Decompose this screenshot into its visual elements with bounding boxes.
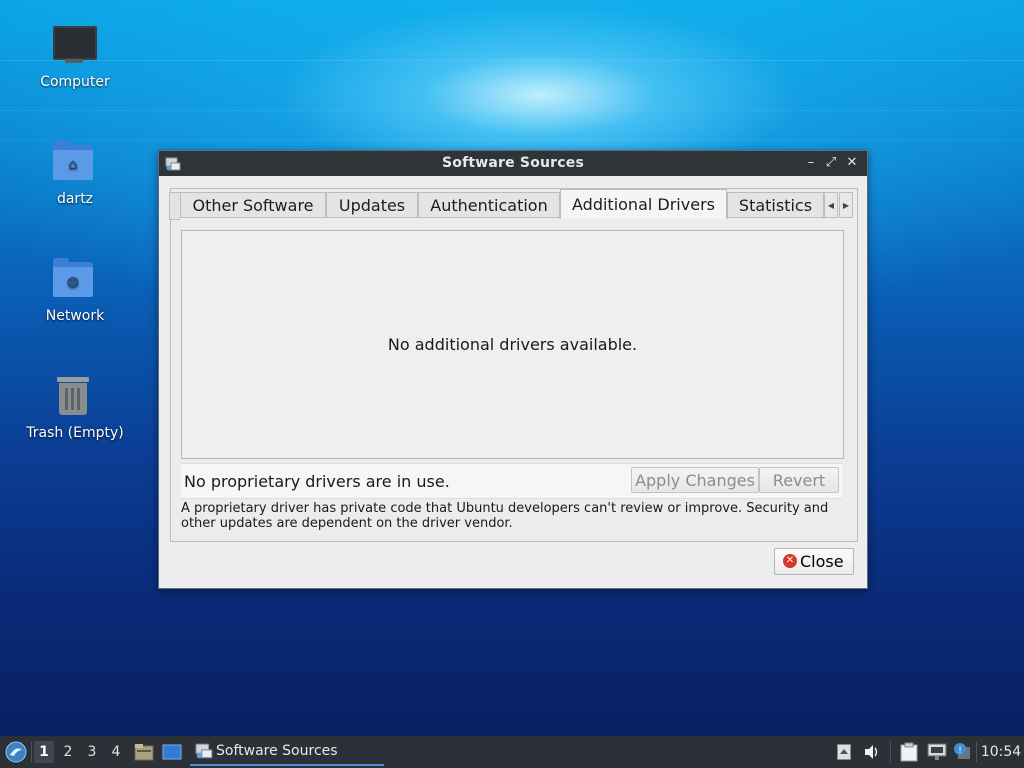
window-title: Software Sources <box>441 155 585 171</box>
workspace-2[interactable]: 2 <box>58 741 78 763</box>
taskbar-separator <box>976 742 977 762</box>
desktop-icon-trash[interactable]: Trash (Empty) <box>22 373 128 441</box>
svg-text:!: ! <box>958 746 962 756</box>
show-desktop-button[interactable] <box>160 736 184 768</box>
taskbar-task-label: Software Sources <box>216 743 338 759</box>
software-sources-task-icon <box>195 743 213 759</box>
taskbar-separator <box>31 742 32 762</box>
tab-authentication[interactable]: Authentication <box>418 192 560 218</box>
clipboard-applet[interactable] <box>898 736 920 768</box>
maximize-button[interactable]: ⤢ <box>822 154 840 172</box>
tab-overflow-edge <box>169 192 180 220</box>
wallpaper-wave <box>0 110 1024 111</box>
trash-icon <box>51 373 99 421</box>
tray-arrow-icon <box>837 744 851 760</box>
network-folder-icon: ◍ <box>51 256 99 304</box>
software-sources-window: Software Sources – ⤢ ✕ Other Software Up… <box>158 150 868 589</box>
tray-show-hidden-button[interactable] <box>835 736 853 768</box>
file-manager-launcher[interactable] <box>132 736 156 768</box>
network-wired-icon <box>927 743 947 760</box>
window-titlebar[interactable]: Software Sources – ⤢ ✕ <box>159 151 867 176</box>
close-icon: ✕ <box>783 554 797 568</box>
volume-control[interactable] <box>862 736 882 768</box>
start-menu-button[interactable] <box>4 736 28 768</box>
tab-statistics[interactable]: Statistics <box>727 192 824 218</box>
desktop-icon-network[interactable]: ◍ Network <box>22 256 128 324</box>
no-drivers-message: No additional drivers available. <box>387 335 638 354</box>
close-button[interactable]: ✕ Close <box>774 548 854 575</box>
clipboard-icon <box>900 742 918 762</box>
update-notifier[interactable]: ! <box>952 736 972 768</box>
wallpaper-wave <box>0 60 1024 61</box>
window-close-button[interactable]: ✕ <box>843 154 861 172</box>
desktop-icon-computer[interactable]: Computer <box>22 22 128 90</box>
desktop-icon <box>162 744 182 760</box>
desktop-icon-home-folder[interactable]: ⌂ dartz <box>22 139 128 207</box>
workspace-3[interactable]: 3 <box>82 741 102 763</box>
speaker-icon <box>865 745 878 759</box>
taskbar: 1 2 3 4 Software Sources ! 10:54 <box>0 736 1024 768</box>
driver-status-row: No proprietary drivers are in use. Apply… <box>181 463 842 499</box>
update-info-icon: ! <box>954 743 970 759</box>
desktop-icon-label: Network <box>45 308 105 324</box>
close-button-label: Close <box>800 552 844 571</box>
computer-icon <box>51 22 99 70</box>
tab-other-software[interactable]: Other Software <box>180 192 326 218</box>
tab-updates[interactable]: Updates <box>326 192 418 218</box>
minimize-button[interactable]: – <box>802 154 820 172</box>
home-folder-icon: ⌂ <box>51 139 99 187</box>
desktop-icon-label: dartz <box>56 191 94 207</box>
workspace-1[interactable]: 1 <box>34 741 54 763</box>
drivers-list[interactable]: No additional drivers available. <box>181 230 844 459</box>
tab-additional-drivers[interactable]: Additional Drivers <box>560 189 727 219</box>
apply-changes-button[interactable]: Apply Changes <box>631 467 759 493</box>
lubuntu-logo-icon <box>5 741 27 763</box>
wallpaper-wave <box>0 140 1024 141</box>
revert-button[interactable]: Revert <box>759 467 839 493</box>
desktop-icon-label: Computer <box>40 74 110 90</box>
taskbar-task-software-sources[interactable]: Software Sources <box>190 738 384 766</box>
taskbar-separator <box>890 742 891 762</box>
desktop: Computer ⌂ dartz ◍ Network Trash (Empty) <box>0 0 1024 768</box>
driver-status-text: No proprietary drivers are in use. <box>184 472 450 491</box>
proprietary-driver-note: A proprietary driver has private code th… <box>181 501 829 531</box>
file-manager-icon <box>134 744 154 761</box>
tab-scroll-right-icon[interactable]: ▶ <box>839 192 853 218</box>
clock[interactable]: 10:54 <box>980 736 1022 768</box>
tab-scroll-left-icon[interactable]: ◀ <box>824 192 838 218</box>
desktop-icon-label: Trash (Empty) <box>26 425 124 441</box>
workspace-4[interactable]: 4 <box>106 741 126 763</box>
network-applet[interactable] <box>926 736 948 768</box>
